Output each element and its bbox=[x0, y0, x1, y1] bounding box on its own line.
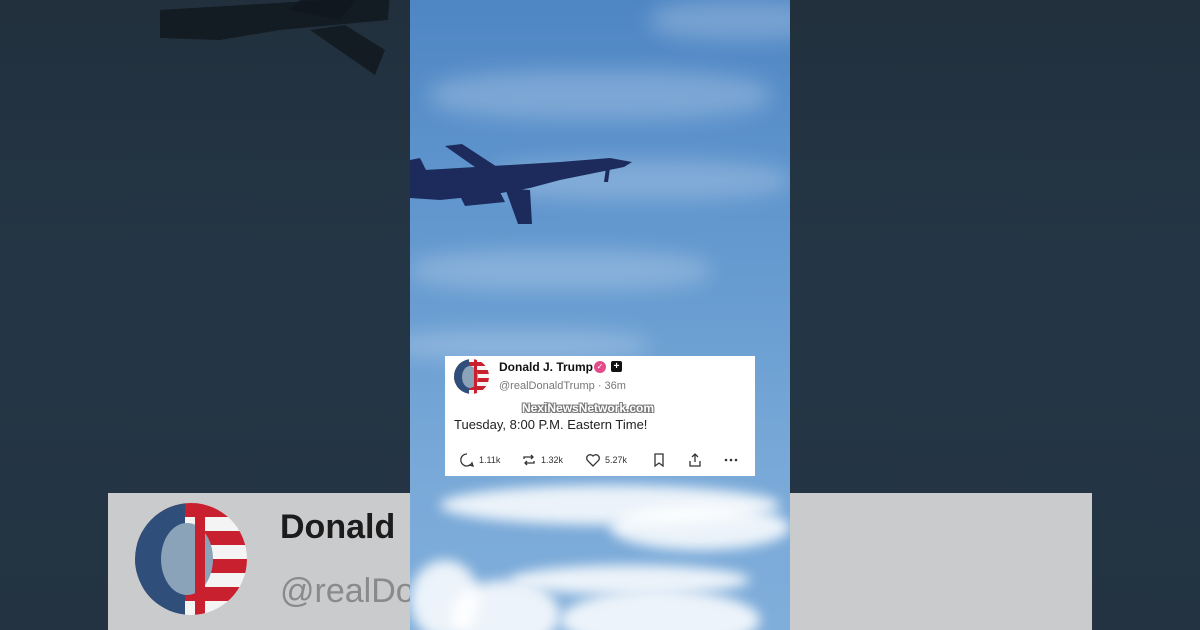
share-button[interactable] bbox=[687, 451, 703, 469]
repost-icon bbox=[523, 454, 535, 466]
sky-haze bbox=[410, 250, 710, 290]
more-icon bbox=[724, 458, 738, 462]
cloud bbox=[610, 505, 790, 550]
plus-badge-icon: + bbox=[611, 361, 622, 372]
reply-count: 1.11k bbox=[479, 455, 501, 465]
check-badge-icon: ✓ bbox=[594, 361, 606, 373]
airplane bbox=[410, 144, 632, 224]
sky-haze bbox=[650, 0, 790, 40]
post-time: 36m bbox=[604, 380, 626, 392]
post-text: Tuesday, 8:00 P.M. Eastern Time! bbox=[454, 417, 648, 432]
retruth-count: 1.32k bbox=[541, 455, 564, 465]
blurred-airplane bbox=[160, 0, 390, 75]
retruth-button[interactable]: 1.32k bbox=[521, 451, 563, 469]
heart-icon bbox=[586, 454, 600, 467]
video-frame[interactable] bbox=[410, 0, 790, 630]
share-icon bbox=[689, 453, 701, 467]
reply-icon bbox=[460, 453, 475, 467]
blurred-avatar bbox=[135, 503, 247, 615]
author-handle: @realDonaldTrump bbox=[499, 380, 595, 392]
blurred-author-name: Donald bbox=[280, 508, 396, 546]
separator: · bbox=[597, 380, 602, 392]
reply-button[interactable]: 1.11k bbox=[459, 451, 500, 469]
post-actions: 1.11k 1.32k 5.27k bbox=[459, 451, 749, 469]
post-card[interactable]: Donald J. Trump ✓ + @realDonaldTrump · 3… bbox=[445, 356, 755, 476]
author-name[interactable]: Donald J. Trump bbox=[499, 360, 593, 374]
bookmark-button[interactable] bbox=[651, 451, 667, 469]
cloud bbox=[560, 590, 760, 630]
blurred-handle: @realDo bbox=[280, 572, 415, 610]
author-handle-line[interactable]: @realDonaldTrump · 36m bbox=[499, 380, 626, 392]
sky-haze bbox=[430, 70, 770, 120]
like-count: 5.27k bbox=[605, 455, 628, 465]
watermark: NexiNewsNetwork.com bbox=[522, 401, 655, 415]
bookmark-icon bbox=[654, 453, 664, 468]
avatar[interactable] bbox=[454, 359, 489, 394]
more-options-button[interactable] bbox=[723, 451, 739, 469]
like-button[interactable]: 5.27k bbox=[585, 451, 627, 469]
